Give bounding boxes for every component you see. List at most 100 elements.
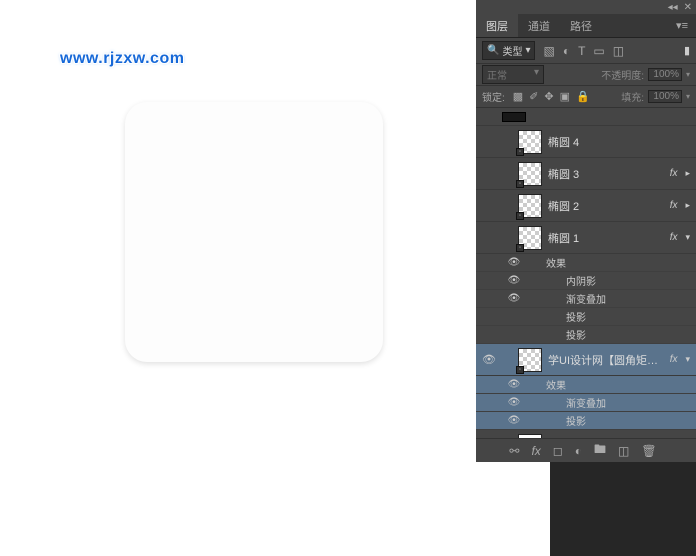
layer-row-ellipse1[interactable]: ▫ 椭圆 1 fx ▾: [476, 222, 696, 254]
effect-drop-shadow-2[interactable]: 投影: [476, 326, 696, 344]
filter-search-icon: 🔍: [487, 45, 499, 56]
layer-name[interactable]: 背景: [548, 438, 670, 439]
fx-badge[interactable]: fx: [670, 232, 678, 243]
layer-row-ellipse4[interactable]: ▫ 椭圆 4: [476, 126, 696, 158]
effect-gradient-overlay[interactable]: 👁 渐变叠加: [476, 394, 696, 412]
fx-icon[interactable]: fx: [531, 444, 540, 458]
layer-thumbnail: [502, 112, 526, 122]
chevron-down-icon[interactable]: ▾: [685, 354, 690, 365]
chevron-down-icon: ▾: [525, 45, 530, 56]
rounded-rectangle-shape: [125, 102, 383, 362]
effect-name: 渐变叠加: [566, 291, 606, 306]
layer-name[interactable]: 椭圆 3: [548, 166, 664, 182]
visibility-toggle[interactable]: [482, 167, 496, 181]
layer-row-partial[interactable]: [476, 108, 696, 126]
shape-badge-icon: ▫: [516, 180, 524, 188]
visibility-toggle[interactable]: [482, 231, 496, 245]
lock-brush-icon[interactable]: ✐: [529, 90, 538, 103]
visibility-toggle[interactable]: [508, 311, 520, 323]
visibility-toggle[interactable]: 👁: [508, 379, 520, 391]
layer-row-ellipse2[interactable]: ▫ 椭圆 2 fx ▸: [476, 190, 696, 222]
layer-thumbnail: ▫: [518, 348, 542, 372]
fx-badge[interactable]: fx: [670, 200, 678, 211]
panel-top-controls: ◂◂ ✕: [476, 0, 696, 14]
effect-name: 渐变叠加: [566, 395, 606, 410]
effect-drop-shadow[interactable]: 👁 投影: [476, 412, 696, 430]
chevron-down-icon: ▾: [534, 67, 539, 82]
visibility-toggle[interactable]: 👁: [508, 415, 520, 427]
effects-label: 效果: [546, 377, 566, 392]
chevron-down-icon[interactable]: ▾: [685, 232, 690, 243]
visibility-toggle[interactable]: 👁: [508, 293, 520, 305]
lock-label: 锁定:: [482, 89, 505, 104]
lock-position-icon[interactable]: ✥: [544, 90, 553, 103]
effect-name: 投影: [566, 413, 586, 428]
close-panel-icon[interactable]: ✕: [684, 2, 692, 13]
collapse-icon[interactable]: ◂◂: [668, 2, 678, 13]
visibility-toggle[interactable]: 👁: [508, 275, 520, 287]
new-layer-icon[interactable]: ◫: [618, 444, 629, 458]
layer-thumbnail: [518, 434, 542, 439]
layer-row-roundrect[interactable]: 👁 ▫ 学UI设计网【圆角矩形】 fx ▾: [476, 344, 696, 376]
layer-thumbnail: ▫: [518, 130, 542, 154]
chevron-down-icon[interactable]: ▾: [686, 92, 690, 101]
chevron-right-icon[interactable]: ▸: [685, 200, 690, 211]
panel-menu-icon[interactable]: ▾≡: [668, 14, 696, 37]
lock-transparency-icon[interactable]: ▩: [513, 90, 523, 103]
tab-paths[interactable]: 路径: [560, 14, 602, 37]
adjustment-icon[interactable]: ◐: [575, 444, 582, 458]
filter-type-label: 类型: [502, 43, 522, 58]
filter-type-select[interactable]: 🔍 类型 ▾: [482, 41, 535, 60]
visibility-toggle[interactable]: 👁: [508, 257, 520, 269]
folder-icon[interactable]: 🖿: [594, 440, 606, 461]
shape-badge-icon: ▫: [516, 366, 524, 374]
blend-mode-select[interactable]: 正常 ▾: [482, 65, 544, 84]
filter-type-icon[interactable]: T: [578, 44, 585, 58]
layer-thumbnail: ▫: [518, 194, 542, 218]
layer-row-background[interactable]: 👁 背景 🔒: [476, 430, 696, 438]
lock-all-icon[interactable]: 🔒: [576, 90, 590, 103]
tab-channels[interactable]: 通道: [518, 14, 560, 37]
opacity-input[interactable]: 100%: [648, 68, 682, 81]
effect-name: 投影: [566, 327, 586, 342]
visibility-toggle[interactable]: 👁: [508, 397, 520, 409]
lock-row: 锁定: ▩ ✐ ✥ ▣ 🔒 填充: 100% ▾: [476, 86, 696, 108]
visibility-toggle[interactable]: [482, 135, 496, 149]
effect-gradient-overlay[interactable]: 👁 渐变叠加: [476, 290, 696, 308]
layers-bottom-toolbar: ⚯ fx ◻ ◐ 🖿 ◫ 🗑: [476, 438, 696, 462]
chevron-down-icon[interactable]: ▾: [686, 70, 690, 79]
effects-header-row[interactable]: 👁 效果: [476, 254, 696, 272]
layer-name[interactable]: 椭圆 4: [548, 134, 690, 150]
fill-input[interactable]: 100%: [648, 90, 682, 103]
fx-badge[interactable]: fx: [670, 168, 678, 179]
visibility-toggle[interactable]: 👁: [482, 353, 496, 367]
fx-badge[interactable]: fx: [670, 354, 678, 365]
layer-row-ellipse3[interactable]: ▫ 椭圆 3 fx ▸: [476, 158, 696, 190]
mask-icon[interactable]: ◻: [553, 444, 563, 458]
link-layers-icon[interactable]: ⚯: [509, 444, 519, 458]
effects-label: 效果: [546, 255, 566, 270]
tab-layers[interactable]: 图层: [476, 14, 518, 37]
layer-thumbnail: ▫: [518, 226, 542, 250]
blend-mode-value: 正常: [487, 67, 507, 82]
effect-inner-shadow[interactable]: 👁 内阴影: [476, 272, 696, 290]
visibility-toggle[interactable]: [508, 329, 520, 341]
filter-smart-icon[interactable]: ◫: [613, 44, 624, 58]
lock-artboard-icon[interactable]: ▣: [560, 90, 570, 103]
filter-adjust-icon[interactable]: ◐: [563, 44, 570, 58]
filter-pixel-icon[interactable]: ▧: [543, 44, 554, 58]
effects-header-row[interactable]: 👁 效果: [476, 376, 696, 394]
visibility-toggle[interactable]: [482, 199, 496, 213]
chevron-right-icon[interactable]: ▸: [685, 168, 690, 179]
layers-list: ▫ 椭圆 4 ▫ 椭圆 3 fx ▸ ▫ 椭圆 2 fx ▸ ▫ 椭圆 1 fx…: [476, 108, 696, 438]
trash-icon[interactable]: 🗑: [641, 444, 656, 458]
layer-name[interactable]: 椭圆 1: [548, 230, 664, 246]
watermark-text: www.rjzxw.com: [60, 50, 184, 68]
blend-mode-row: 正常 ▾ 不透明度: 100% ▾: [476, 64, 696, 86]
layer-name[interactable]: 学UI设计网【圆角矩形】: [548, 352, 664, 368]
panel-tabs: 图层 通道 路径 ▾≡: [476, 14, 696, 38]
layer-name[interactable]: 椭圆 2: [548, 198, 664, 214]
filter-shape-icon[interactable]: ▭: [593, 44, 604, 58]
filter-toggle-icon[interactable]: ▮: [684, 44, 690, 57]
effect-drop-shadow[interactable]: 投影: [476, 308, 696, 326]
